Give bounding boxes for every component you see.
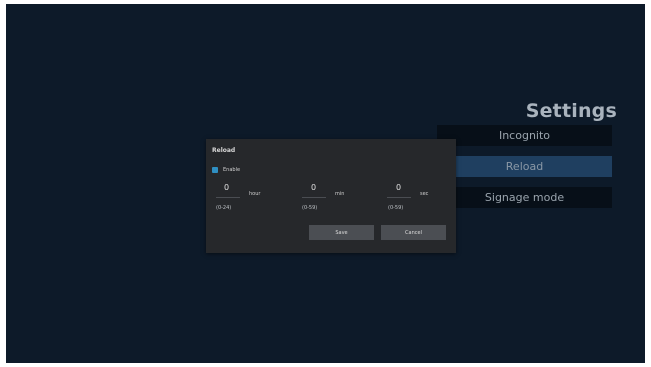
menu-item-reload[interactable]: Reload [437, 156, 612, 177]
hour-underline [216, 197, 240, 198]
settings-title: Settings [525, 100, 617, 122]
enable-checkbox[interactable] [212, 167, 218, 173]
menu-item-signage-mode[interactable]: Signage mode [437, 187, 612, 208]
min-range: (0-59) [302, 205, 318, 211]
menu-item-incognito[interactable]: Incognito [437, 125, 612, 146]
hour-unit: hour [249, 191, 261, 197]
sec-underline [387, 197, 411, 198]
enable-label: Enable [223, 167, 241, 173]
settings-menu: Incognito Reload Signage mode [437, 125, 612, 218]
cancel-button[interactable]: Cancel [381, 225, 446, 240]
dialog-title: Reload [212, 147, 236, 154]
sec-range: (0-59) [388, 205, 404, 211]
min-value[interactable]: 0 [311, 183, 316, 192]
screen: Settings Incognito Reload Signage mode R… [6, 4, 645, 363]
sec-value[interactable]: 0 [396, 183, 401, 192]
enable-row[interactable]: Enable [212, 167, 240, 173]
min-underline [302, 197, 326, 198]
hour-range: (0-24) [216, 205, 232, 211]
hour-value[interactable]: 0 [224, 183, 229, 192]
save-button[interactable]: Save [309, 225, 374, 240]
reload-dialog: Reload Enable 0 hour (0-24) 0 min (0-59)… [206, 139, 456, 253]
min-unit: min [335, 191, 345, 197]
sec-unit: sec [420, 191, 429, 197]
